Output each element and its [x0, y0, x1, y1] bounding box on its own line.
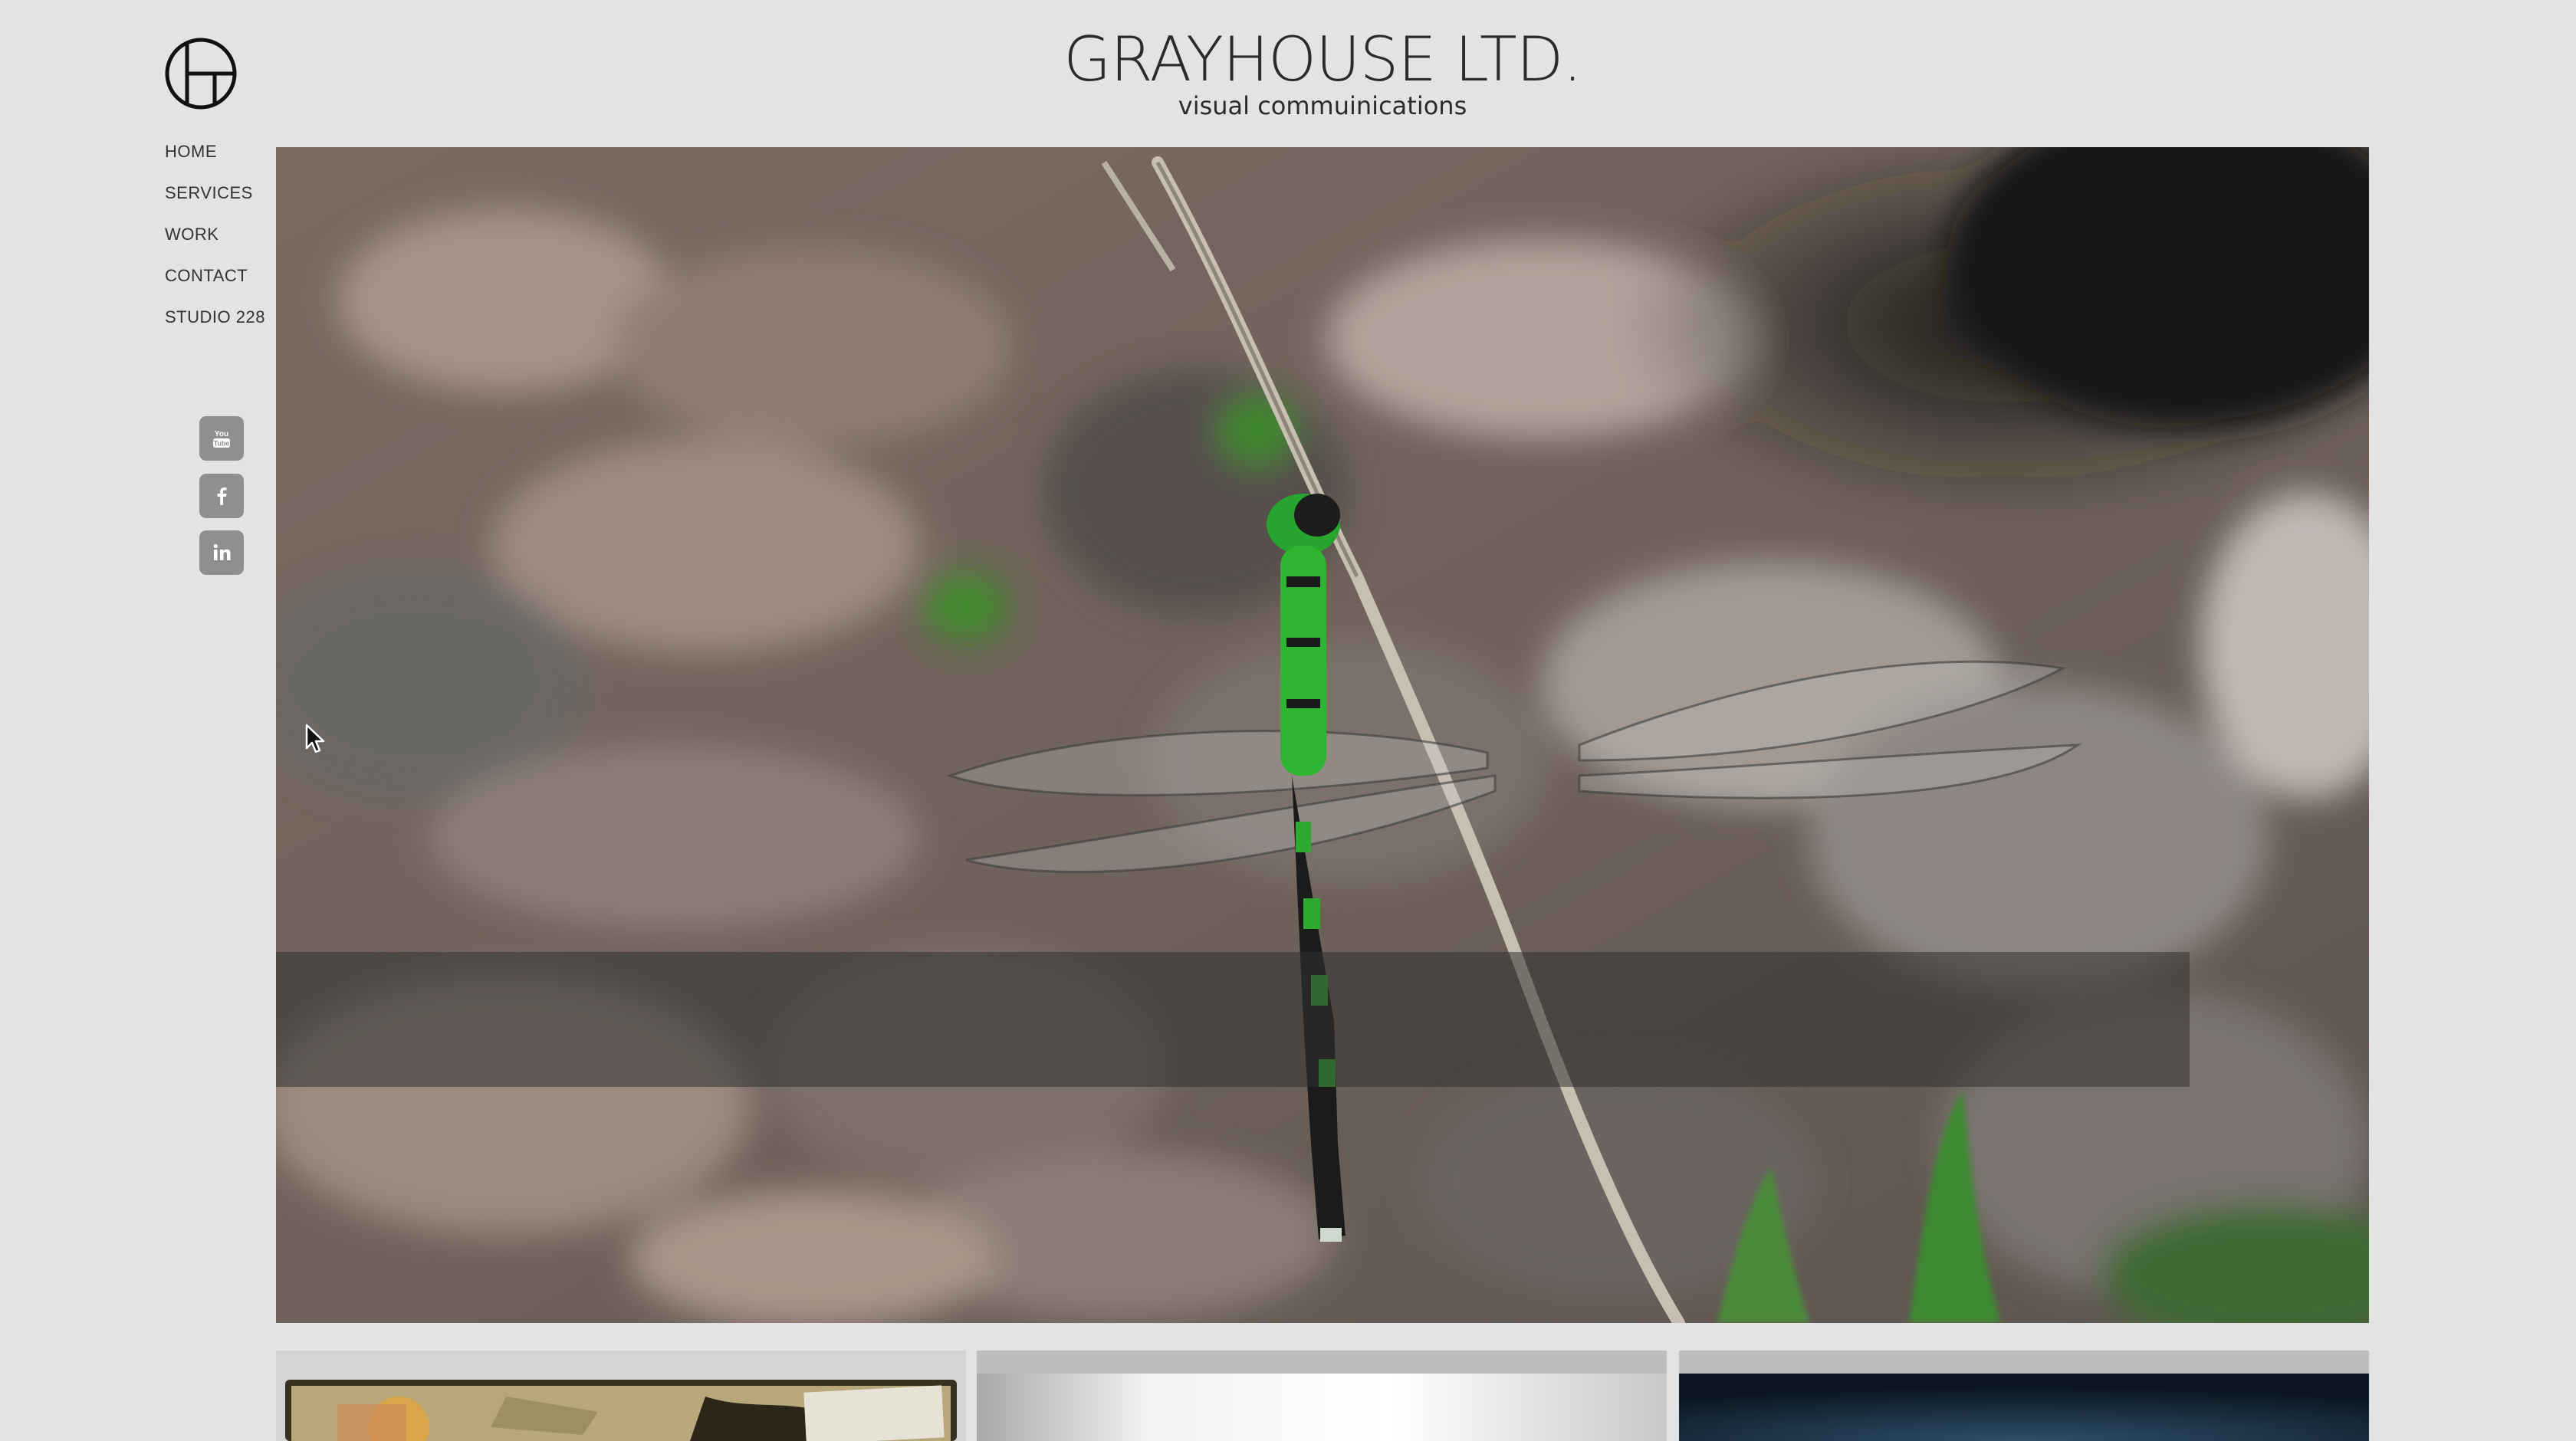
facebook-button[interactable]: [199, 474, 244, 518]
nav-item-work[interactable]: WORK: [165, 222, 265, 264]
youtube-button[interactable]: You Tube: [199, 416, 244, 461]
side-nav: HOME SERVICES WORK CONTACT STUDIO 228: [165, 140, 265, 346]
portfolio-thumbnail-2[interactable]: [977, 1351, 1667, 1441]
nav-item-services[interactable]: SERVICES: [165, 181, 265, 222]
mouse-cursor-icon: [305, 724, 325, 753]
brand-header: GRAYHOUSE LTD. visual commuinications: [989, 23, 1656, 121]
nav-item-contact[interactable]: CONTACT: [165, 264, 265, 305]
svg-text:Tube: Tube: [214, 440, 230, 448]
svg-text:You: You: [215, 430, 228, 438]
linkedin-button[interactable]: [199, 530, 244, 575]
facebook-icon: [217, 487, 227, 505]
linkedin-icon: [213, 543, 231, 560]
portfolio-thumbnail-3[interactable]: [1679, 1351, 2369, 1441]
portfolio-thumbnail-1[interactable]: [276, 1351, 966, 1441]
hero-caption-bar: [276, 952, 2190, 1087]
gradient-thumbnail-image: [977, 1351, 1667, 1441]
grayhouse-logo[interactable]: [164, 37, 238, 110]
scrapbook-thumbnail-image: [276, 1351, 966, 1441]
nav-item-studio-228[interactable]: STUDIO 228: [165, 305, 265, 346]
night-thumbnail-image: [1679, 1351, 2369, 1441]
hero-image: [276, 147, 2369, 1323]
dragonfly-photo: [276, 147, 2369, 1323]
brand-title: GRAYHOUSE LTD.: [1063, 24, 1582, 95]
youtube-icon: You Tube: [213, 430, 230, 448]
nav-item-home[interactable]: HOME: [165, 140, 265, 181]
